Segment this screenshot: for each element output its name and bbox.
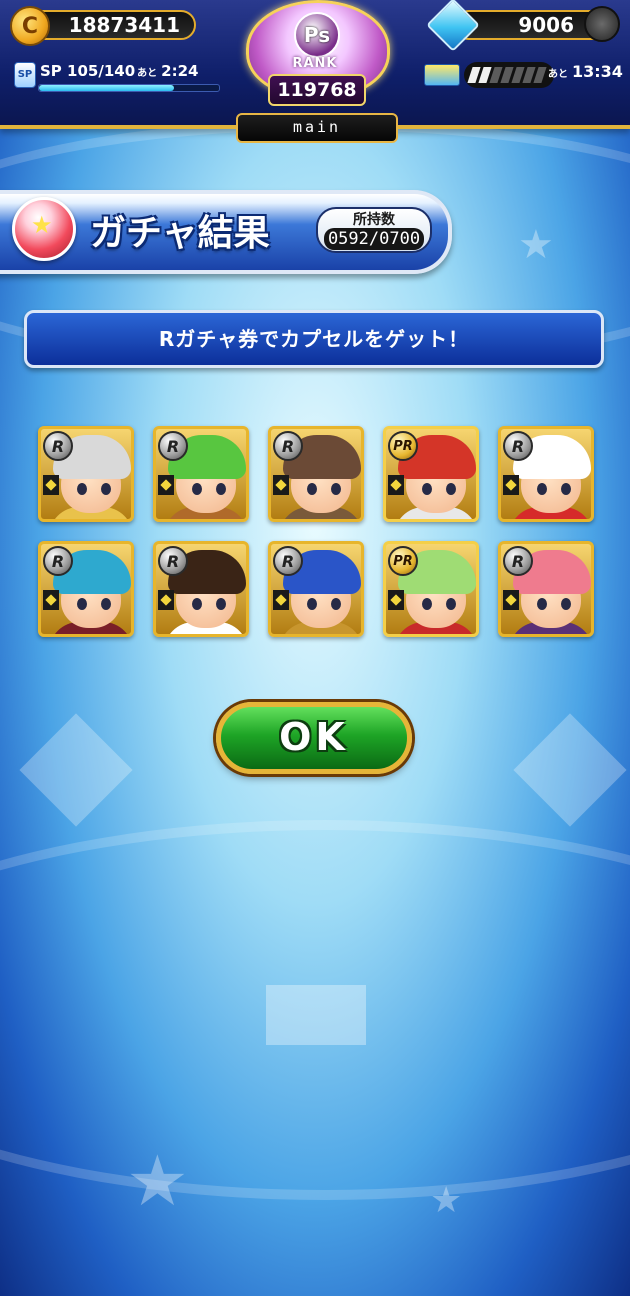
character-eye xyxy=(77,483,87,495)
result-card[interactable]: R xyxy=(153,541,249,637)
sp-timer: 2:24 xyxy=(161,62,199,80)
sp-timer-prefix: あと xyxy=(137,68,158,79)
result-card[interactable]: R xyxy=(38,426,134,522)
player-rank-emblem[interactable]: Ps RANK 119768 xyxy=(240,0,390,112)
ok-button[interactable]: OK xyxy=(216,702,412,774)
top-status-bar: 18873411 C 9006 SP SP 105/140 あと 2:24 あと 13… xyxy=(0,0,630,143)
character-eye xyxy=(561,598,571,610)
rarity-badge: PR xyxy=(388,431,418,461)
character-eye xyxy=(101,598,111,610)
rarity-badge: R xyxy=(43,546,73,576)
sp-card-icon: SP xyxy=(14,62,36,88)
bg-home-plate xyxy=(266,985,366,1045)
sp-status: SP 105/140 あと 2:24 xyxy=(40,62,198,80)
bg-star: ★ xyxy=(518,222,554,268)
result-message: Rガチャ券でカプセルをゲット！ xyxy=(24,310,604,368)
character-eye xyxy=(561,483,571,495)
ticket-icon xyxy=(424,64,460,86)
character-eye xyxy=(446,483,456,495)
gacha-result-grid: R R R PR R R R R PR R xyxy=(38,426,594,637)
coin-counter: 18873411 xyxy=(26,10,196,40)
gem-shop-button[interactable] xyxy=(584,6,620,42)
character-eye xyxy=(216,483,226,495)
character-eye xyxy=(216,598,226,610)
character-eye xyxy=(101,483,111,495)
rank-value: 119768 xyxy=(268,74,366,106)
bg-base xyxy=(513,713,627,827)
result-card[interactable]: R xyxy=(153,426,249,522)
result-card[interactable]: R xyxy=(498,426,594,522)
ps-rank-icon: Ps xyxy=(294,12,340,58)
character-eye xyxy=(331,598,341,610)
rarity-badge: R xyxy=(158,431,188,461)
diamond-gem-icon xyxy=(426,0,480,52)
page-title: ガチャ結果 xyxy=(90,213,270,254)
rank-diamond-icon xyxy=(273,590,289,610)
bg-star: ★ xyxy=(430,1180,463,1221)
rank-diamond-icon xyxy=(43,475,59,495)
gem-amount: 9006 xyxy=(518,13,574,37)
bg-ring xyxy=(0,820,630,1200)
rarity-badge: R xyxy=(273,546,303,576)
character-eye xyxy=(446,598,456,610)
result-card[interactable]: R xyxy=(38,541,134,637)
ticket-stock-bar xyxy=(464,62,554,88)
character-eye xyxy=(422,483,432,495)
character-eye xyxy=(192,598,202,610)
sp-value: 105/140 xyxy=(67,62,136,80)
character-eye xyxy=(192,483,202,495)
character-eye xyxy=(77,598,87,610)
rank-diamond-icon xyxy=(503,475,519,495)
owned-count-value: 0592/0700 xyxy=(324,228,424,250)
sp-label: SP xyxy=(40,62,62,80)
result-card[interactable]: R xyxy=(498,541,594,637)
rank-diamond-icon xyxy=(43,590,59,610)
rank-diamond-icon xyxy=(503,590,519,610)
owned-count-label: 所持数 xyxy=(353,212,395,228)
capsule-icon xyxy=(12,197,76,261)
bg-base xyxy=(19,713,133,827)
sp-progress-fill xyxy=(39,85,174,91)
rank-diamond-icon xyxy=(388,590,404,610)
character-eye xyxy=(307,598,317,610)
ticket-timer: 13:34 xyxy=(572,62,623,81)
rarity-badge: R xyxy=(503,431,533,461)
rank-diamond-icon xyxy=(388,475,404,495)
bg-star: ★ xyxy=(126,1140,189,1222)
owned-count-box: 所持数 0592/0700 xyxy=(316,207,432,253)
result-card[interactable]: PR xyxy=(383,541,479,637)
result-card[interactable]: R xyxy=(268,541,364,637)
rarity-badge: R xyxy=(158,546,188,576)
rarity-badge: R xyxy=(43,431,73,461)
ticket-timer-prefix: あと xyxy=(548,69,568,80)
coin-amount: 18873411 xyxy=(68,13,180,37)
ticket-timer-wrap: あと 13:34 xyxy=(548,62,623,81)
rarity-badge: R xyxy=(273,431,303,461)
rank-diamond-icon xyxy=(158,475,174,495)
result-card[interactable]: PR xyxy=(383,426,479,522)
sp-meter: SP SP 105/140 あと 2:24 xyxy=(14,60,220,92)
result-card[interactable]: R xyxy=(268,426,364,522)
rank-diamond-icon xyxy=(273,475,289,495)
sp-progress-bar xyxy=(38,84,220,92)
rarity-badge: R xyxy=(503,546,533,576)
coin-icon: C xyxy=(10,6,50,46)
ticket-segment xyxy=(533,67,547,83)
character-eye xyxy=(422,598,432,610)
rarity-badge: PR xyxy=(388,546,418,576)
character-eye xyxy=(537,598,547,610)
ticket-meter: あと 13:34 xyxy=(424,62,623,88)
character-eye xyxy=(307,483,317,495)
rank-label: RANK xyxy=(292,56,338,71)
rank-diamond-icon xyxy=(158,590,174,610)
character-eye xyxy=(537,483,547,495)
mode-tab[interactable]: main xyxy=(236,113,398,143)
character-eye xyxy=(331,483,341,495)
